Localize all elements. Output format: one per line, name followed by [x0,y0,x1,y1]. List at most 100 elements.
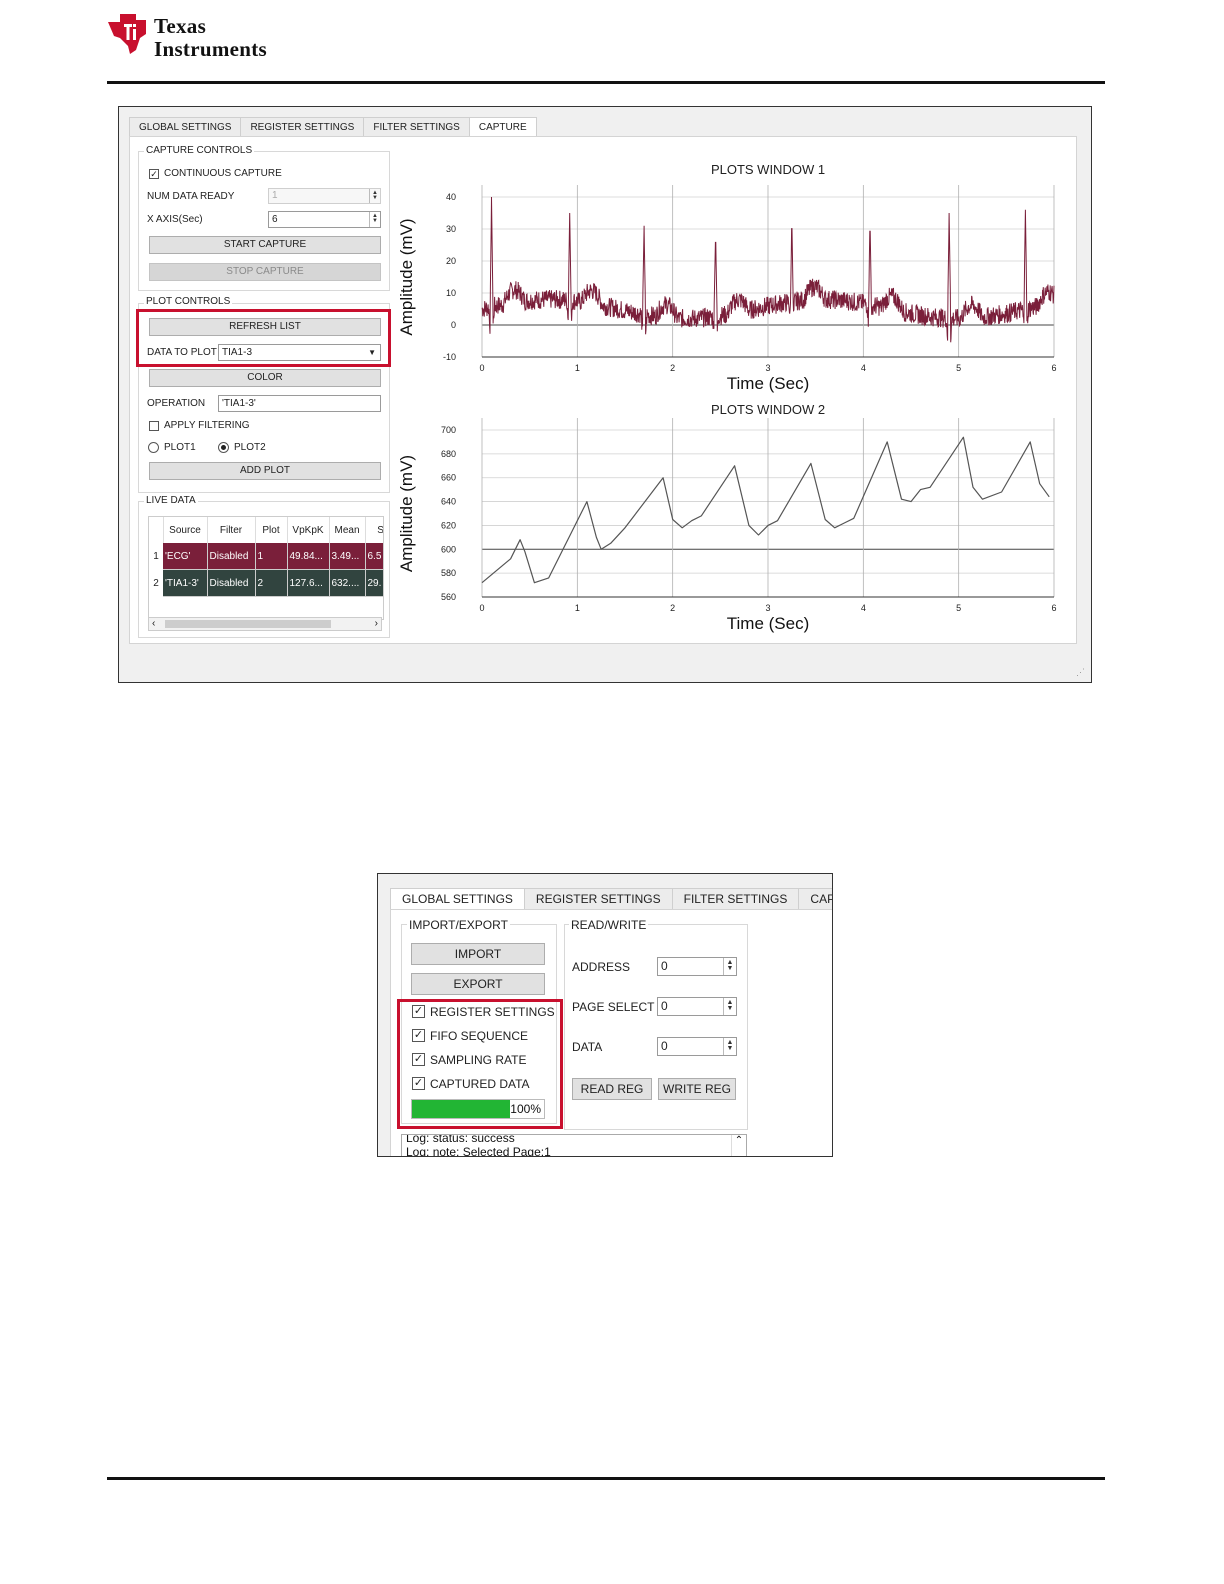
plot2-radio[interactable] [218,442,229,453]
x-tick-label: 5 [956,603,961,613]
address-field[interactable]: 0 ▲ ▼ [657,957,737,976]
x-tick-label: 6 [1051,603,1056,613]
page-select-field[interactable]: 0 ▲ ▼ [657,997,737,1016]
tab-capture[interactable]: CAPTURE [468,117,537,137]
brand-line2: Instruments [154,37,267,61]
color-button[interactable]: COLOR [149,369,381,387]
col-filter[interactable]: Filter [207,517,256,543]
num-data-ready-field: 1 ▲ ▼ [268,188,381,204]
y-tick-label: 10 [446,288,456,298]
write-reg-button[interactable]: WRITE REG [658,1078,736,1100]
table-cell[interactable]: 'TIA1-3' [163,569,208,597]
y-tick-label: 700 [441,425,456,435]
live-data-table-frame: Source Filter Plot VpKpK Mean St 1 'ECG'… [148,516,384,620]
table-cell[interactable]: 'ECG' [163,543,208,570]
export-button[interactable]: EXPORT [411,973,545,995]
x-tick-label: 4 [861,363,866,373]
tia-series-line [481,436,1050,584]
resize-grip-icon[interactable]: ⋰ [1076,667,1085,678]
col-mean[interactable]: Mean [329,517,366,543]
live-data-title: LIVE DATA [144,495,198,506]
x-tick-label: 4 [861,603,866,613]
x-axis-value: 6 [272,214,278,225]
row-number: 2 [149,569,163,597]
continuous-capture-label: CONTINUOUS CAPTURE [164,168,282,179]
table-cell[interactable]: 3.49... [329,543,366,570]
apply-filtering-checkbox[interactable] [149,421,159,431]
table-cell[interactable]: 2 [255,569,288,597]
tab-filter-settings[interactable]: FILTER SETTINGS [671,888,800,910]
spin-arrows-icon[interactable]: ▲ ▼ [723,958,736,975]
y-tick-label: 660 [441,473,456,483]
num-data-ready-label: NUM DATA READY [147,191,235,202]
spin-arrows-icon: ▲ ▼ [369,189,380,203]
scroll-left-icon[interactable]: ‹ [152,618,155,629]
x-tick-label: 2 [670,363,675,373]
table-row[interactable]: 1 'ECG' Disabled 1 49.84... 3.49... 6.5 [149,543,383,570]
col-vpkpk[interactable]: VpKpK [287,517,330,543]
scroll-right-icon[interactable]: › [375,618,378,629]
import-export-title: IMPORT/EXPORT [407,918,510,932]
scrollbar-thumb[interactable] [165,620,331,628]
stop-capture-button[interactable]: STOP CAPTURE [149,263,381,281]
table-row[interactable]: 2 'TIA1-3' Disabled 2 127.6... 632.... 2… [149,569,383,597]
data-field[interactable]: 0 ▲ ▼ [657,1037,737,1056]
table-cell[interactable]: Disabled [207,569,256,597]
address-label: ADDRESS [572,960,631,974]
row-number-header [149,517,164,543]
tab-filter-settings[interactable]: FILTER SETTINGS [363,117,470,137]
table-cell[interactable]: Disabled [207,543,256,570]
start-capture-button[interactable]: START CAPTURE [149,236,381,254]
log-box[interactable]: Log: status: success Log: note: Selected… [401,1134,747,1156]
add-plot-button[interactable]: ADD PLOT [149,462,381,480]
capture-pane: CAPTURE CONTROLS ✓ CONTINUOUS CAPTURE NU… [129,136,1077,644]
plot1-radio[interactable] [148,442,159,453]
tab-register-settings[interactable]: REGISTER SETTINGS [240,117,365,137]
read-write-title: READ/WRITE [569,918,649,932]
x-axis-label: Time (Sec) [727,614,810,633]
y-tick-label: 40 [446,192,456,202]
x-tick-label: 3 [765,603,770,613]
x-tick-label: 1 [575,363,580,373]
settings-gui-window: GLOBAL SETTINGS REGISTER SETTINGS FILTER… [377,873,833,1157]
data-label: DATA [572,1040,603,1054]
capture-controls-title: CAPTURE CONTROLS [144,145,255,156]
table-cell[interactable]: 1 [255,543,288,570]
tab-global-settings[interactable]: GLOBAL SETTINGS [390,888,525,910]
y-tick-label: 640 [441,497,456,507]
y-tick-label: 30 [446,224,456,234]
tab-capture[interactable]: CAPTURE [798,888,832,910]
table-cell[interactable]: 127.6... [287,569,330,597]
brand-line1: Texas [154,14,207,38]
operation-input[interactable]: 'TIA1-3' [218,395,381,412]
spin-arrows-icon[interactable]: ▲ ▼ [369,212,380,227]
plots-area: PLOTS WINDOW 1-100102030400 1 2 3 4 5 6Time (S… [397,162,1057,633]
chart-title: PLOTS WINDOW 1 [711,162,825,177]
table-cell[interactable]: 632.... [329,569,366,597]
col-plot[interactable]: Plot [255,517,288,543]
continuous-capture-checkbox[interactable]: ✓ [149,169,159,179]
table-cell[interactable]: 49.84... [287,543,330,570]
tab-register-settings[interactable]: REGISTER SETTINGS [523,888,673,910]
tab-global-settings[interactable]: GLOBAL SETTINGS [129,117,242,137]
spin-arrows-icon[interactable]: ▲ ▼ [723,998,736,1015]
data-value: 0 [661,1039,668,1053]
x-tick-label: 2 [670,603,675,613]
table-cell[interactable]: 29. [365,569,383,597]
scroll-up-icon[interactable]: ⌃ [731,1135,746,1156]
operation-label: OPERATION [147,398,206,409]
table-cell[interactable]: 6.5 [365,543,383,570]
footer-rule [107,1477,1105,1480]
read-reg-button[interactable]: READ REG [572,1078,652,1100]
col-st[interactable]: St [365,517,383,543]
horizontal-scrollbar[interactable]: ‹ › [148,617,382,631]
y-tick-label: 20 [446,256,456,266]
x-tick-label: 3 [765,363,770,373]
col-source[interactable]: Source [163,517,208,543]
spin-arrows-icon[interactable]: ▲ ▼ [723,1038,736,1055]
y-tick-label: 620 [441,520,456,530]
x-axis-field[interactable]: 6 ▲ ▼ [268,211,381,228]
import-button[interactable]: IMPORT [411,943,545,965]
tab-bar: GLOBAL SETTINGS REGISTER SETTINGS FILTER… [129,117,537,137]
plot-controls-title: PLOT CONTROLS [144,296,233,307]
